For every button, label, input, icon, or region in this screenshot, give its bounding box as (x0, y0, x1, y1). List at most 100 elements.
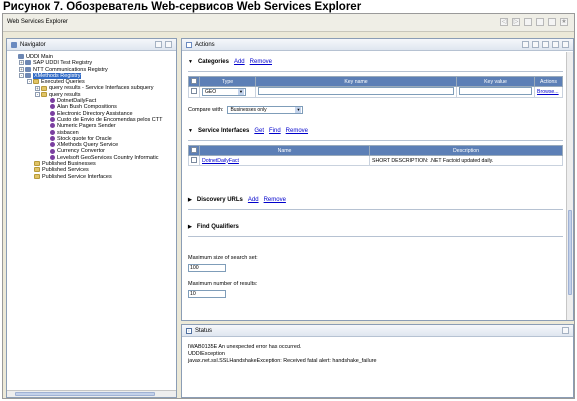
expand-icon[interactable]: ▶ (188, 224, 192, 230)
tree-node-label: query results (49, 91, 81, 98)
edit-icon[interactable] (552, 41, 559, 48)
registry-icon (25, 60, 31, 66)
clear-icon[interactable] (155, 41, 162, 48)
folder-icon (34, 173, 40, 179)
maximize-icon[interactable] (165, 41, 172, 48)
key-value-input[interactable] (459, 87, 532, 95)
chevron-down-icon: ▼ (295, 107, 302, 113)
categories-add-link[interactable]: Add (234, 59, 245, 65)
service-interfaces-table: Name Description DotnetDailyFact SHORT D… (188, 145, 563, 166)
business-icon (50, 117, 55, 123)
max-search-set-group: Maximum size of search set: 100 (188, 255, 563, 272)
back-icon[interactable]: ◁ (500, 18, 508, 26)
status-line: javax.net.ssl.SSLHandshakeException: Rec… (188, 358, 377, 364)
tree-node-label: XMethods Registry (33, 72, 82, 79)
details-icon[interactable] (522, 41, 529, 48)
folder-icon (34, 167, 40, 173)
collapse-icon[interactable]: - (19, 72, 24, 78)
status-title: Status (195, 328, 213, 334)
key-name-input[interactable] (258, 87, 454, 95)
uddi-page-icon[interactable] (536, 18, 544, 26)
registry-icon (25, 66, 31, 72)
browse-link[interactable]: Browse... (537, 89, 559, 95)
compare-with-select[interactable]: Businesses only ▼ (227, 106, 304, 114)
discovery-urls-title: Discovery URLs (196, 197, 243, 203)
tree-node-label: sisbacen (57, 129, 79, 136)
actions-panel: Actions ▼ Categories Add Remove Type Key… (181, 38, 574, 321)
favorites-icon[interactable]: ★ (560, 18, 568, 26)
tree-node[interactable]: Published Service Interfaces (11, 174, 174, 180)
name-header: Name (199, 145, 370, 156)
row-checkbox[interactable] (191, 156, 197, 163)
web-services-explorer-window: Web Services Explorer ◁ ▷ ★ Navigator UD… (2, 13, 575, 399)
find-qualifiers-title: Find Qualifiers (196, 224, 239, 230)
row-checkbox[interactable] (191, 88, 197, 94)
tree-node-label: Custo de Envio de Encomendas pelos CTT (57, 116, 163, 123)
status-line: IWAB0135E An unexpected error has occurr… (188, 344, 302, 350)
window-titlebar: Web Services Explorer ◁ ▷ ★ (3, 14, 574, 32)
service-interfaces-table-wrap: Name Description DotnetDailyFact SHORT D… (188, 145, 563, 166)
business-icon (50, 123, 55, 129)
categories-section: ▼ Categories Add Remove (188, 59, 563, 65)
service-interfaces-title: Service Interfaces (197, 128, 250, 134)
service-interfaces-get-link[interactable]: Get (254, 128, 264, 134)
type-header: Type (199, 76, 256, 87)
select-all-header (188, 76, 200, 87)
select-all-checkbox[interactable] (191, 146, 197, 153)
categories-remove-link[interactable]: Remove (250, 59, 272, 65)
business-icon (50, 98, 55, 104)
divider (188, 236, 563, 237)
status-panel: i Status IWAB0135E An unexpected error h… (181, 324, 574, 398)
business-icon (50, 148, 55, 154)
tree-node-label: UDDI Main (26, 54, 53, 60)
business-icon (50, 129, 55, 135)
tree-node-label: Published Service Interfaces (42, 173, 112, 180)
registry-icon (25, 72, 31, 78)
discovery-urls-add-link[interactable]: Add (248, 197, 259, 203)
service-interfaces-find-link[interactable]: Find (269, 128, 281, 134)
category-type-select[interactable]: GEO ▼ (202, 88, 246, 96)
uddi-main-icon (18, 54, 24, 60)
forward-icon[interactable]: ▷ (512, 18, 520, 26)
scrollbar-thumb[interactable] (568, 210, 572, 295)
service-interfaces-remove-link[interactable]: Remove (286, 128, 308, 134)
select-all-checkbox[interactable] (191, 77, 197, 84)
tree-node-label: query results - Service Interfaces subqu… (49, 85, 154, 92)
tree-node-label: NTT Communications Registry (33, 66, 108, 73)
maximize-icon[interactable] (562, 327, 569, 334)
wsdl-page-icon[interactable] (524, 18, 532, 26)
navigator-icon (11, 42, 17, 48)
window-title: Web Services Explorer (7, 19, 68, 25)
scrollbar-thumb[interactable] (15, 392, 155, 396)
divider (188, 140, 563, 141)
max-search-set-input[interactable]: 100 (188, 264, 226, 272)
navigator-horizontal-scrollbar[interactable] (7, 390, 176, 397)
max-results-input[interactable]: 10 (188, 290, 226, 298)
collapse-icon[interactable]: - (27, 79, 32, 85)
discovery-urls-remove-link[interactable]: Remove (264, 197, 286, 203)
navigator-tree: UDDI Main + SAP UDDI Test Registry + NTT Com… (11, 54, 174, 180)
wsil-page-icon[interactable] (548, 18, 556, 26)
collapse-icon[interactable]: ▼ (188, 59, 193, 65)
key-value-header: Key value (456, 76, 535, 87)
expand-icon[interactable]: + (35, 85, 40, 91)
table-header-row: Name Description (188, 145, 563, 156)
actions-vertical-scrollbar[interactable] (566, 52, 573, 320)
tree-node-label: DotnetDailyFact (57, 98, 97, 105)
refresh-icon[interactable] (542, 41, 549, 48)
business-icon (50, 154, 55, 160)
categories-title: Categories (197, 59, 229, 65)
collapse-icon[interactable]: ▼ (188, 128, 193, 134)
service-interface-name-link[interactable]: DotnetDailyFact (202, 158, 239, 164)
collapse-icon[interactable]: - (35, 91, 40, 97)
categories-table-wrap: Type Key name Key value Actions GEO ▼ Br… (188, 76, 563, 98)
expand-icon[interactable]: + (19, 66, 24, 72)
maximize-icon[interactable] (562, 41, 569, 48)
expand-icon[interactable]: + (19, 60, 24, 66)
status-header: i Status (182, 325, 573, 337)
info-icon: i (186, 328, 192, 334)
properties-icon[interactable] (532, 41, 539, 48)
compare-with-row: Compare with: Businesses only ▼ (188, 106, 563, 114)
expand-icon[interactable]: ▶ (188, 197, 192, 203)
tree-node-label: Published Businesses (42, 161, 96, 168)
